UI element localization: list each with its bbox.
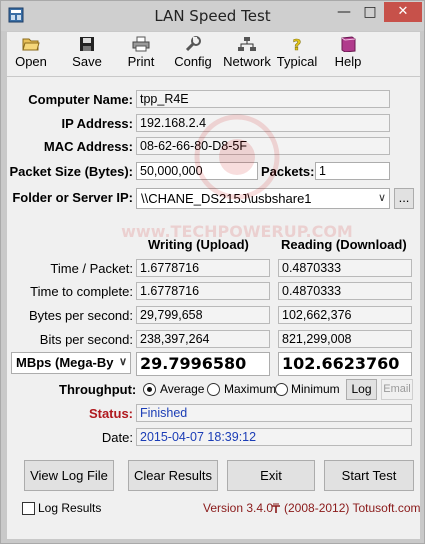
bits-per-second-read: 821,299,008 [278,330,412,348]
version-text: Version 3.4.0 [203,501,274,515]
wrench-icon [185,36,201,52]
read-result-big: 102.6623760 [278,352,412,376]
totusoft-logo-icon [272,503,280,513]
packet-size-label: Packet Size (Bytes): [9,164,133,179]
open-button[interactable]: Open [11,36,51,74]
config-button[interactable]: Config [170,36,216,74]
minimize-button[interactable]: — [331,2,357,22]
throughput-label: Throughput: [59,382,137,397]
network-icon [238,37,256,51]
watermark-logo: www.TECHPOWERUP.COM [121,114,353,241]
date-label: Date: [101,430,133,445]
config-label: Config [174,54,212,69]
email-button[interactable]: Email [381,379,413,400]
print-button[interactable]: Print [121,36,161,74]
time-to-complete-label: Time to complete: [30,284,133,299]
typical-label: Typical [276,54,318,69]
save-button[interactable]: Save [67,36,107,74]
main-panel: Computer Name: tpp_R4E IP Address: 192.1… [7,77,421,539]
date-field: 2015-04-07 18:39:12 [136,428,412,446]
reading-header: Reading (Download) [281,237,407,252]
maximize-button[interactable]: □ [357,2,383,22]
view-log-button[interactable]: View Log File [24,460,114,491]
writing-header: Writing (Upload) [148,237,249,252]
print-label: Print [127,54,155,69]
save-label: Save [72,54,102,69]
bytes-per-second-label: Bytes per second: [28,308,133,323]
title-bar[interactable]: LAN Speed Test — □ ✕ [1,1,424,31]
toolbar: Open Save Print Config Network ? Typical… [7,32,420,76]
help-label: Help [334,54,362,69]
network-button[interactable]: Network [218,36,276,74]
computer-name-label: Computer Name: [28,92,133,107]
log-button[interactable]: Log [346,379,377,400]
network-label: Network [223,54,271,69]
folder-label: Folder or Server IP: [12,190,133,205]
typical-button[interactable]: ? Typical [275,36,319,74]
average-radio[interactable] [143,383,156,396]
chevron-down-icon: ∨ [116,353,127,372]
ip-address-label: IP Address: [61,116,133,131]
browse-button[interactable]: ... [394,188,414,209]
app-window: LAN Speed Test — □ ✕ Open Save Print Con… [0,0,425,544]
write-result-big: 29.7996580 [136,352,270,376]
average-label: Average [160,382,205,396]
bytes-per-second-read: 102,662,376 [278,306,412,324]
time-per-packet-label: Time / Packet: [50,261,133,276]
chevron-down-icon: ∨ [377,192,386,204]
bits-per-second-label: Bits per second: [39,332,133,347]
log-results-label: Log Results [38,501,102,515]
time-to-complete-write: 1.6778716 [136,282,270,300]
status-field: Finished [136,404,412,422]
mac-address-label: MAC Address: [43,139,133,154]
minimum-radio[interactable] [275,383,288,396]
exit-button[interactable]: Exit [227,460,315,491]
unit-select-value: MBps (Mega-By [16,355,114,370]
time-per-packet-read: 0.4870333 [278,259,412,277]
time-to-complete-read: 0.4870333 [278,282,412,300]
close-button[interactable]: ✕ [384,2,422,22]
bytes-per-second-write: 29,799,658 [136,306,270,324]
svg-text:?: ? [293,36,302,52]
time-per-packet-write: 1.6778716 [136,259,270,277]
start-test-button[interactable]: Start Test [324,460,414,491]
printer-icon [132,36,150,52]
help-icon: ? [292,36,302,52]
copyright-text: (2008-2012) Totusoft.com [284,501,421,515]
maximum-label: Maximum [224,382,277,396]
book-icon [341,36,356,52]
help-button[interactable]: Help [328,36,368,74]
maximum-radio[interactable] [207,383,220,396]
folder-open-icon [22,38,40,51]
minimum-label: Minimum [291,382,340,396]
unit-select[interactable]: MBps (Mega-By ∨ [11,352,131,374]
floppy-disk-icon [80,37,94,51]
open-label: Open [15,54,47,69]
clear-results-button[interactable]: Clear Results [128,460,218,491]
status-label: Status: [88,406,133,421]
log-results-checkbox[interactable] [22,502,35,515]
bits-per-second-write: 238,397,264 [136,330,270,348]
